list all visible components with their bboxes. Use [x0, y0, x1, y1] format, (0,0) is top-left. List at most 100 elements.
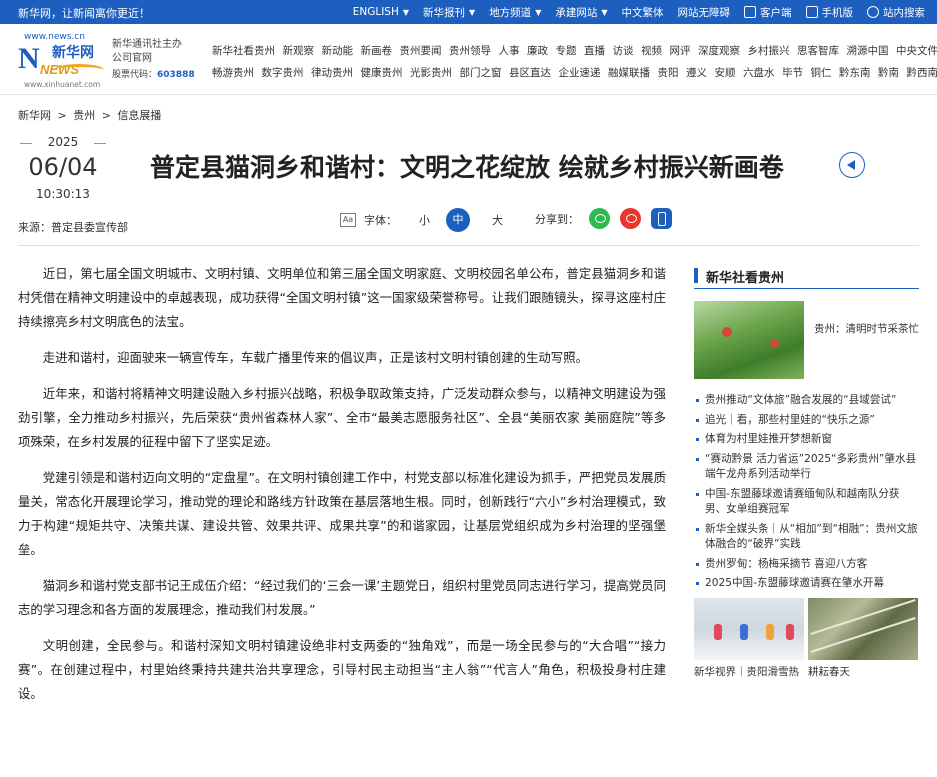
app-icon	[744, 6, 756, 18]
breadcrumb-guizhou[interactable]: 贵州	[73, 109, 95, 122]
article-paragraph: 党建引领是和谐村迈向文明的“定盘星”。在文明村镇创建工作中，村党支部以标准化建设…	[18, 470, 666, 557]
channel-nav-item[interactable]: 人事	[499, 40, 520, 62]
channel-nav-item[interactable]: 视频	[641, 40, 662, 62]
mobile-share-icon[interactable]	[651, 208, 672, 229]
article-source: 来源：普定县委宣传部	[18, 221, 128, 234]
list-item[interactable]: “赛动黔景 活力省运”2025“多彩贵州”肇水县端午龙舟系列活动举行	[694, 452, 919, 483]
logo-url: www.xinhuanet.com	[24, 80, 101, 89]
channel-nav-item[interactable]: 贵阳	[658, 62, 679, 84]
channel-nav-item[interactable]: 贵州领导	[449, 40, 491, 62]
top-nav: ENGLISH ▼ 新华报刊 ▼ 地方频道 ▼ 承建网站 ▼ 中文繁体 网站无障碍 客户…	[339, 0, 925, 24]
font-medium-button[interactable]: 中	[446, 208, 470, 232]
channel-nav-item[interactable]: 访谈	[613, 40, 634, 62]
font-size-icon: Aa	[340, 213, 356, 227]
feature-caption[interactable]: 贵州：清明时节采茶忙	[814, 321, 919, 338]
channel-nav-item[interactable]: 律动贵州	[311, 62, 353, 84]
top-nav-built-sites[interactable]: 承建网站 ▼	[555, 5, 607, 20]
channel-nav-item[interactable]: 健康贵州	[361, 62, 403, 84]
breadcrumb-home[interactable]: 新华网	[18, 109, 51, 122]
list-item[interactable]: 追光｜看，那些村里娃的“快乐之源”	[694, 413, 919, 429]
top-nav-english[interactable]: ENGLISH ▼	[353, 6, 409, 18]
channel-nav-item[interactable]: 黔西南	[907, 62, 937, 84]
sidebar: 新华社看贵州 贵州：清明时节采茶忙 贵州推动“文体旅”融合发展的“县域尝试” 追…	[694, 263, 919, 678]
channel-nav-item[interactable]: 新观察	[283, 40, 315, 62]
list-item[interactable]: 2025中国-东盟藤球邀请赛在肇水开幕	[694, 576, 919, 592]
channel-nav-item[interactable]: 部门之窗	[460, 62, 502, 84]
channel-nav-item[interactable]: 专题	[556, 40, 577, 62]
sidebar-heading: 新华社看贵州	[694, 263, 919, 289]
top-nav-local-channels[interactable]: 地方频道 ▼	[489, 5, 541, 20]
channel-nav-item[interactable]: 黔东南	[839, 62, 871, 84]
weibo-icon[interactable]	[620, 208, 641, 229]
top-nav-mobile[interactable]: 手机版	[805, 5, 853, 20]
channel-nav-item[interactable]: 畅游贵州	[212, 62, 254, 84]
channel-nav-row-2: 畅游贵州 数字贵州 律动贵州 健康贵州 光影贵州 部门之窗 县区直达 企业速递 融媒联播 贵阳 遵义…	[212, 62, 937, 84]
top-nav-accessibility[interactable]: 网站无障碍	[678, 5, 731, 20]
channel-nav-item[interactable]: 黔南	[878, 62, 899, 84]
publish-year: 2025	[18, 135, 108, 149]
channel-nav-item[interactable]: 企业速递	[559, 62, 601, 84]
channel-nav-item[interactable]: 中央文件	[896, 40, 937, 62]
channel-nav-item[interactable]: 新画卷	[361, 40, 393, 62]
spring-farming-photo[interactable]	[808, 597, 918, 660]
sidebar-feature[interactable]: 贵州：清明时节采茶忙	[694, 301, 919, 381]
article-paragraph: 猫洞乡和谐村党支部书记王成伍介绍：“经过我们的‘三会一课’主题党日，组织村里党员…	[18, 578, 666, 617]
channel-nav-item[interactable]: 深度观察	[698, 40, 740, 62]
phone-icon	[805, 6, 818, 18]
thumb-caption[interactable]: 耕耘春天	[808, 664, 850, 679]
tea-picking-photo[interactable]	[694, 301, 804, 379]
channel-nav-item[interactable]: 新华社看贵州	[212, 40, 275, 62]
channel-nav-item[interactable]: 直播	[584, 40, 605, 62]
channel-nav-item[interactable]: 光影贵州	[410, 62, 452, 84]
top-nav-newspapers[interactable]: 新华报刊 ▼	[423, 5, 475, 20]
thumb-caption[interactable]: 新华视界｜贵阳滑雪热	[694, 664, 799, 679]
list-item[interactable]: 体育为村里娃推开梦想新窗	[694, 432, 919, 448]
article-paragraph: 文明创建，全民参与。和谐村深知文明村镇建设绝非村支两委的“独角戏”，而是一场全民…	[18, 638, 666, 701]
logo-n: N	[18, 42, 40, 75]
channel-nav-item[interactable]: 乡村振兴	[748, 40, 790, 62]
top-nav-app[interactable]: 客户端	[744, 5, 792, 20]
chevron-down-icon: ▼	[535, 7, 542, 17]
channel-nav-item[interactable]: 溯源中国	[847, 40, 889, 62]
font-large-button[interactable]: 大	[492, 212, 503, 228]
site-slogan: 新华网，让新闻离你更近！	[18, 7, 150, 20]
channel-nav-item[interactable]: 安顺	[715, 62, 736, 84]
heading-bar	[694, 268, 698, 283]
article-paragraph: 近年来，和谐村将精神文明建设融入乡村振兴战略，积极争取政策支持，广泛发动群众参与…	[18, 386, 666, 449]
channel-nav-item[interactable]: 廉政	[527, 40, 548, 62]
breadcrumb-info[interactable]: 信息展播	[117, 109, 161, 122]
search-icon	[867, 6, 879, 18]
channel-nav-item[interactable]: 数字贵州	[262, 62, 304, 84]
channel-nav-item[interactable]: 贵州要闻	[400, 40, 442, 62]
share-label: 分享到：	[535, 212, 579, 226]
channel-nav-item[interactable]: 遵义	[686, 62, 707, 84]
logo-cn: 新华网	[52, 45, 94, 61]
top-nav-search[interactable]: 站内搜索	[867, 5, 925, 20]
channel-nav-item[interactable]: 思客智库	[797, 40, 839, 62]
wechat-icon[interactable]	[589, 208, 610, 229]
article-paragraph: 近日，第七届全国文明城市、文明村镇、文明单位和第三届全国文明家庭、文明校园名单公…	[18, 266, 666, 329]
speaker-icon[interactable]	[839, 152, 865, 178]
channel-nav-item[interactable]: 网评	[670, 40, 691, 62]
xinhua-logo[interactable]: www.news.cn N 新华网 NEWS www.xinhuanet.com	[18, 32, 104, 90]
list-item[interactable]: 新华全媒头条｜从“相加”到“相融”：贵州文旅体融合的“破界”实践	[694, 522, 919, 553]
breadcrumb: 新华网 > 贵州 > 信息展播	[18, 107, 164, 123]
channel-nav-item[interactable]: 毕节	[782, 62, 803, 84]
channel-nav-item[interactable]: 六盘水	[743, 62, 775, 84]
breadcrumb-sep: >	[101, 109, 111, 122]
channel-nav-item[interactable]: 新动能	[322, 40, 354, 62]
list-item[interactable]: 贵州推动“文体旅”融合发展的“县域尝试”	[694, 393, 919, 409]
channel-nav-item[interactable]: 融媒联播	[608, 62, 650, 84]
chevron-down-icon: ▼	[402, 7, 410, 17]
chevron-down-icon: ▼	[469, 7, 476, 17]
logo-site: www.news.cn	[24, 32, 85, 42]
chevron-down-icon: ▼	[601, 7, 608, 17]
top-nav-traditional[interactable]: 中文繁体	[622, 5, 664, 20]
list-item[interactable]: 中国-东盟藤球邀请赛缅甸队和越南队分获男、女单组赛冠军	[694, 487, 919, 518]
article-title: 普定县猫洞乡和谐村：文明之花绽放 绘就乡村振兴新画卷	[150, 153, 784, 182]
channel-nav-item[interactable]: 县区直达	[509, 62, 551, 84]
list-item[interactable]: 贵州罗甸：杨梅采摘节 喜迎八方客	[694, 557, 919, 573]
font-small-button[interactable]: 小	[419, 212, 430, 228]
skiing-photo[interactable]	[694, 597, 804, 660]
channel-nav-item[interactable]: 铜仁	[811, 62, 832, 84]
